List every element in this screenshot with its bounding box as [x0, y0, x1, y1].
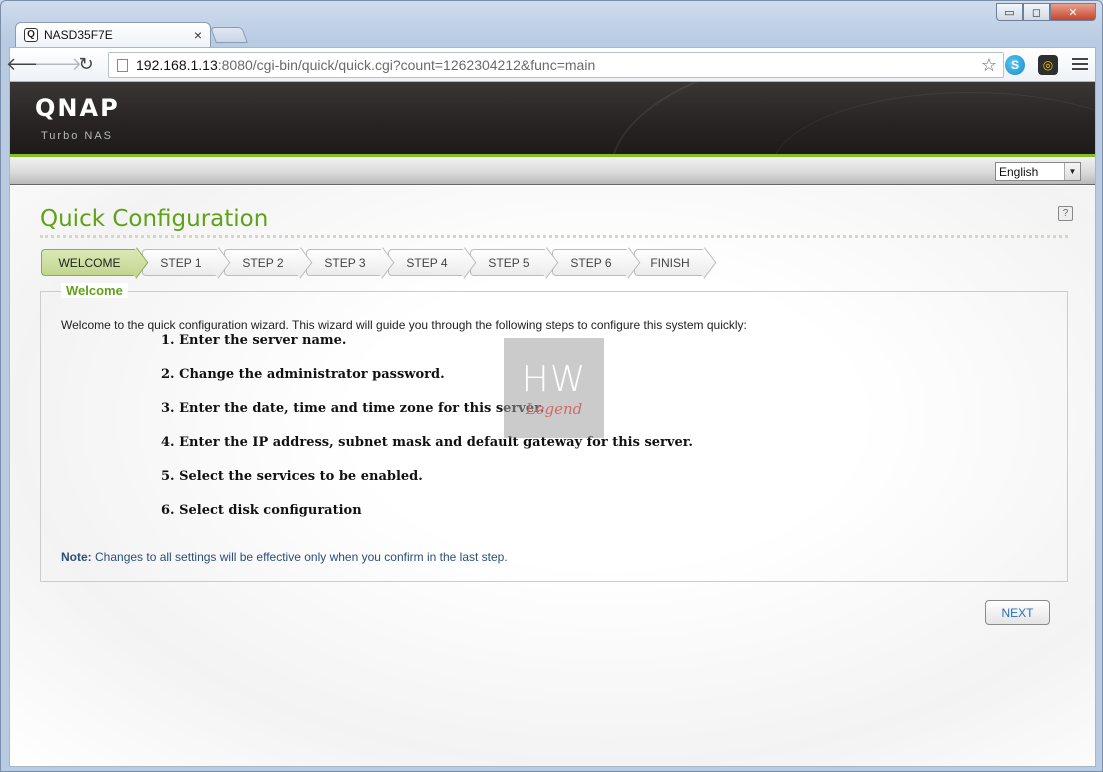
list-item: 5. Select the services to be enabled.: [161, 469, 423, 484]
list-item: 6. Select disk configuration: [161, 503, 362, 518]
step-finish[interactable]: FINISH: [634, 249, 705, 276]
step-4[interactable]: STEP 4: [388, 249, 465, 276]
panel-legend: Welcome: [61, 283, 128, 298]
step-label: FINISH: [650, 255, 690, 270]
language-bar: English ▼: [10, 157, 1095, 185]
bookmark-star-icon[interactable]: ☆: [981, 55, 997, 76]
close-window-button[interactable]: ✕: [1050, 3, 1096, 21]
menu-icon[interactable]: [1072, 56, 1088, 72]
url-host: 192.168.1.13: [136, 57, 218, 73]
window-controls: ▭ ◻ ✕: [996, 3, 1096, 21]
step-label: STEP 5: [488, 255, 530, 270]
intro-text: Welcome to the quick configuration wizar…: [61, 318, 747, 332]
step-1[interactable]: STEP 1: [142, 249, 219, 276]
browser-toolbar: 🡐 🡒 ↻ 192.168.1.13:8080/cgi-bin/quick/qu…: [6, 47, 1096, 81]
forward-arrow-icon[interactable]: 🡒: [34, 53, 82, 77]
next-button[interactable]: NEXT: [985, 600, 1050, 625]
help-icon[interactable]: ?: [1058, 206, 1073, 221]
step-6[interactable]: STEP 6: [552, 249, 629, 276]
reload-icon[interactable]: ↻: [72, 53, 100, 77]
step-5[interactable]: STEP 5: [470, 249, 547, 276]
note-body: Changes to all settings will be effectiv…: [91, 550, 508, 564]
chevron-down-icon[interactable]: ▼: [1064, 163, 1080, 180]
tab-title: NASD35F7E: [44, 28, 113, 42]
maximize-button[interactable]: ◻: [1023, 3, 1050, 21]
step-label: WELCOME: [58, 255, 121, 270]
skype-extension-icon[interactable]: S: [1005, 55, 1025, 75]
list-item: 1. Enter the server name.: [161, 333, 347, 348]
browser-window: Q NASD35F7E × ▭ ◻ ✕ 🡐 🡒 ↻ 192.168.1.13:8…: [0, 0, 1103, 772]
step-2[interactable]: STEP 2: [224, 249, 301, 276]
watermark-subtext: Legend: [525, 399, 583, 418]
address-bar[interactable]: 192.168.1.13:8080/cgi-bin/quick/quick.cg…: [108, 52, 1004, 78]
list-item: 4. Enter the IP address, subnet mask and…: [161, 435, 693, 450]
minimize-button[interactable]: ▭: [996, 3, 1023, 21]
language-value: English: [999, 164, 1039, 179]
turbo-nas-label: Turbo NAS: [41, 130, 114, 142]
page-title: Quick Configuration: [40, 206, 269, 232]
step-welcome[interactable]: WELCOME: [41, 249, 137, 276]
step-label: STEP 1: [160, 255, 202, 270]
list-item: 3. Enter the date, time and time zone fo…: [161, 401, 545, 416]
watermark-logo: HW Legend: [504, 338, 604, 438]
page-icon: [117, 58, 128, 72]
wizard-steps: WELCOME STEP 1 STEP 2 STEP 3 STEP 4 STEP…: [41, 249, 710, 276]
extension-icon[interactable]: ◎: [1038, 55, 1058, 75]
tab-close-icon[interactable]: ×: [194, 27, 202, 43]
language-select[interactable]: English ▼: [995, 162, 1081, 181]
browser-tab[interactable]: Q NASD35F7E ×: [15, 22, 211, 47]
step-label: STEP 3: [324, 255, 366, 270]
main-content: Quick Configuration ? WELCOME STEP 1 STE…: [10, 186, 1095, 766]
step-3[interactable]: STEP 3: [306, 249, 383, 276]
note-text: Note: Changes to all settings will be ef…: [61, 550, 508, 564]
watermark-text: HW: [521, 358, 587, 400]
note-label: Note:: [61, 550, 92, 564]
new-tab-button[interactable]: [210, 27, 248, 43]
step-label: STEP 6: [570, 255, 612, 270]
title-divider: [40, 235, 1068, 238]
title-bar: Q NASD35F7E × ▭ ◻ ✕: [1, 1, 1102, 47]
qnap-header: QNAP Turbo NAS: [10, 82, 1095, 154]
step-label: STEP 4: [406, 255, 448, 270]
page-viewport: QNAP Turbo NAS English ▼ Quick Configura…: [9, 81, 1096, 767]
qnap-favicon-icon: Q: [24, 28, 38, 42]
list-item: 2. Change the administrator password.: [161, 367, 445, 382]
step-label: STEP 2: [242, 255, 284, 270]
url-path: :8080/cgi-bin/quick/quick.cgi?count=1262…: [217, 57, 596, 73]
qnap-logo: QNAP: [35, 94, 120, 122]
wizard-step-list: 1. Enter the server name. 2. Change the …: [161, 333, 693, 537]
